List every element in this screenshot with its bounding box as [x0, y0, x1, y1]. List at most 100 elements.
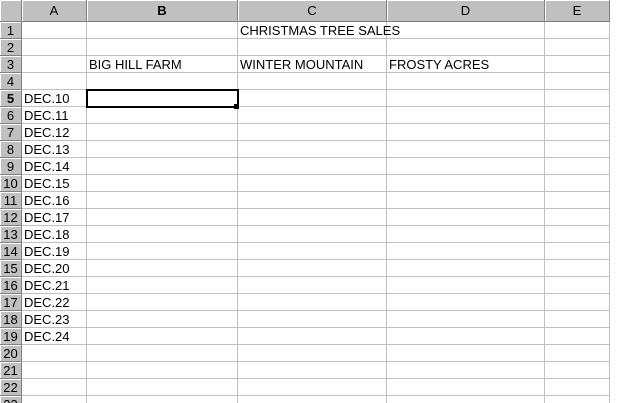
cell-a3[interactable]	[22, 56, 87, 73]
cell-e8[interactable]	[545, 141, 610, 158]
cell-e11[interactable]	[545, 192, 610, 209]
cell-b21[interactable]	[87, 362, 238, 379]
cell-c12[interactable]	[238, 209, 387, 226]
row-header-15[interactable]: 15	[0, 260, 22, 277]
cell-d4[interactable]	[387, 73, 545, 90]
cell-b6[interactable]	[87, 107, 238, 124]
cell-d9[interactable]	[387, 158, 545, 175]
cell-c19[interactable]	[238, 328, 387, 345]
cell-d6[interactable]	[387, 107, 545, 124]
spreadsheet-grid[interactable]: A B C D E 1 2 3 4 5 6 7 8 9 10 11 12 13 14 15 16 17 18 19 20 21 22…	[0, 0, 620, 403]
cell-d18[interactable]	[387, 311, 545, 328]
cell-c18[interactable]	[238, 311, 387, 328]
cell-c13[interactable]	[238, 226, 387, 243]
row-header-23[interactable]: 23	[0, 396, 22, 403]
cell-b16[interactable]	[87, 277, 238, 294]
cell-b9[interactable]	[87, 158, 238, 175]
cell-b1[interactable]	[87, 22, 238, 39]
row-header-13[interactable]: 13	[0, 226, 22, 243]
cell-e15[interactable]	[545, 260, 610, 277]
cell-b20[interactable]	[87, 345, 238, 362]
row-header-18[interactable]: 18	[0, 311, 22, 328]
cell-d5[interactable]	[387, 90, 545, 107]
cell-d1[interactable]	[387, 22, 545, 39]
cell-b23[interactable]	[87, 396, 238, 403]
cell-d22[interactable]	[387, 379, 545, 396]
row-header-8[interactable]: 8	[0, 141, 22, 158]
cell-c15[interactable]	[238, 260, 387, 277]
cell-d20[interactable]	[387, 345, 545, 362]
cell-b15[interactable]	[87, 260, 238, 277]
cell-e3[interactable]	[545, 56, 610, 73]
cell-b5[interactable]	[86, 89, 239, 108]
row-header-19[interactable]: 19	[0, 328, 22, 345]
cell-d15[interactable]	[387, 260, 545, 277]
cell-e5[interactable]	[545, 90, 610, 107]
cell-e7[interactable]	[545, 124, 610, 141]
column-header-a[interactable]: A	[22, 0, 87, 22]
cell-d14[interactable]	[387, 243, 545, 260]
cell-c17[interactable]	[238, 294, 387, 311]
cell-a2[interactable]	[22, 39, 87, 56]
cell-c4[interactable]	[238, 73, 387, 90]
cell-c14[interactable]	[238, 243, 387, 260]
cell-d16[interactable]	[387, 277, 545, 294]
cell-b10[interactable]	[87, 175, 238, 192]
column-header-b[interactable]: B	[87, 0, 238, 22]
cell-d23[interactable]	[387, 396, 545, 403]
cell-e12[interactable]	[545, 209, 610, 226]
cell-b8[interactable]	[87, 141, 238, 158]
cell-d19[interactable]	[387, 328, 545, 345]
row-header-12[interactable]: 12	[0, 209, 22, 226]
row-header-11[interactable]: 11	[0, 192, 22, 209]
cell-a4[interactable]	[22, 73, 87, 90]
cell-d10[interactable]	[387, 175, 545, 192]
cell-a22[interactable]	[22, 379, 87, 396]
cell-e19[interactable]	[545, 328, 610, 345]
cell-c7[interactable]	[238, 124, 387, 141]
cell-a23[interactable]	[22, 396, 87, 403]
row-header-2[interactable]: 2	[0, 39, 22, 56]
cell-e10[interactable]	[545, 175, 610, 192]
cell-e4[interactable]	[545, 73, 610, 90]
row-header-16[interactable]: 16	[0, 277, 22, 294]
cell-d13[interactable]	[387, 226, 545, 243]
cell-d21[interactable]	[387, 362, 545, 379]
cell-c6[interactable]	[238, 107, 387, 124]
cell-d11[interactable]	[387, 192, 545, 209]
row-header-5[interactable]: 5	[0, 90, 22, 107]
row-header-4[interactable]: 4	[0, 73, 22, 90]
cell-e14[interactable]	[545, 243, 610, 260]
cell-c10[interactable]	[238, 175, 387, 192]
cell-e23[interactable]	[545, 396, 610, 403]
row-header-21[interactable]: 21	[0, 362, 22, 379]
cell-e2[interactable]	[545, 39, 610, 56]
cell-c11[interactable]	[238, 192, 387, 209]
cell-e1[interactable]	[545, 22, 610, 39]
cell-a21[interactable]	[22, 362, 87, 379]
cell-b12[interactable]	[87, 209, 238, 226]
cell-c9[interactable]	[238, 158, 387, 175]
cell-a1[interactable]	[22, 22, 87, 39]
cell-b17[interactable]	[87, 294, 238, 311]
cell-c8[interactable]	[238, 141, 387, 158]
row-header-3[interactable]: 3	[0, 56, 22, 73]
fill-handle[interactable]	[234, 104, 239, 109]
column-header-e[interactable]: E	[545, 0, 610, 22]
cell-c2[interactable]	[238, 39, 387, 56]
cell-b13[interactable]	[87, 226, 238, 243]
cell-e13[interactable]	[545, 226, 610, 243]
row-header-10[interactable]: 10	[0, 175, 22, 192]
cell-b14[interactable]	[87, 243, 238, 260]
column-header-d[interactable]: D	[387, 0, 545, 22]
cell-c23[interactable]	[238, 396, 387, 403]
cell-d7[interactable]	[387, 124, 545, 141]
row-header-17[interactable]: 17	[0, 294, 22, 311]
cell-c21[interactable]	[238, 362, 387, 379]
cell-b11[interactable]	[87, 192, 238, 209]
cell-b2[interactable]	[87, 39, 238, 56]
cell-b19[interactable]	[87, 328, 238, 345]
cell-e21[interactable]	[545, 362, 610, 379]
row-header-20[interactable]: 20	[0, 345, 22, 362]
cell-b7[interactable]	[87, 124, 238, 141]
